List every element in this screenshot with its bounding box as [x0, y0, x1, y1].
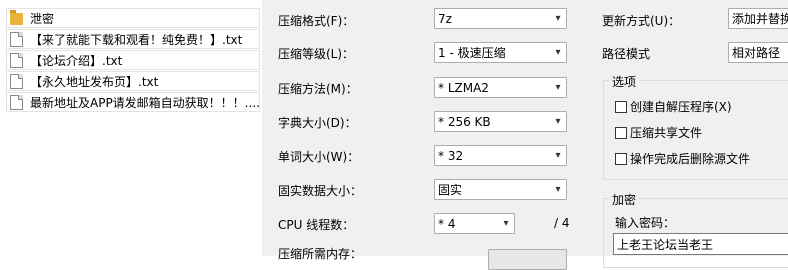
file-list-item[interactable]: 【论坛介绍】.txt [6, 50, 260, 70]
path-mode-select[interactable]: 相对路径 [728, 42, 788, 63]
solid-select[interactable]: 固实 ▾ [434, 179, 567, 200]
format-label: 压缩格式(F)： [278, 14, 355, 28]
chevron-down-icon: ▾ [555, 82, 561, 93]
checkbox-box [615, 152, 627, 165]
path-mode-label: 路径模式 [602, 47, 651, 61]
checkbox-box [615, 126, 627, 139]
options-group-title: 选项 [609, 73, 640, 90]
level-select[interactable]: 1 - 极速压缩 ▾ [434, 42, 567, 63]
encryption-group-title: 加密 [609, 191, 640, 208]
file-list-item[interactable]: 【来了就能下载和观看！纯免费！】.txt [6, 29, 260, 49]
path-mode-value: 相对路径 [732, 46, 781, 60]
dictionary-select[interactable]: * 256 KB ▾ [434, 111, 567, 132]
threads-select[interactable]: * 4 ▾ [434, 213, 515, 234]
sfx-checkbox-label: 创建自解压程序(X) [630, 100, 732, 114]
file-name: 最新地址及APP请发邮箱自动获取！！！.... [30, 95, 260, 110]
update-mode-label: 更新方式(U)： [602, 14, 681, 28]
file-list-item[interactable]: 【永久地址发布页】.txt [6, 71, 260, 91]
text-file-icon [10, 31, 23, 47]
file-name: 【论坛介绍】.txt [30, 53, 123, 68]
solid-label: 固实数据大小： [278, 184, 363, 198]
password-input[interactable]: 上老王论坛当老王 [613, 233, 788, 255]
update-mode-value: 添加并替换 [732, 12, 788, 26]
text-file-icon [10, 94, 23, 110]
word-size-select[interactable]: * 32 ▾ [434, 145, 567, 166]
solid-value: 固实 [438, 183, 463, 197]
memory-value-field [488, 249, 567, 270]
shared-files-checkbox-label: 压缩共享文件 [630, 126, 703, 140]
file-list-item[interactable]: 泄密 [6, 8, 260, 28]
method-value: * LZMA2 [438, 80, 489, 95]
word-size-value: * 32 [438, 148, 464, 163]
chevron-down-icon: ▾ [555, 47, 561, 58]
folder-icon [10, 9, 23, 25]
text-file-icon [10, 52, 23, 68]
threads-label: CPU 线程数： [278, 218, 355, 232]
word-size-label: 单词大小(W)： [278, 150, 360, 164]
dictionary-value: * 256 KB [438, 114, 491, 129]
chevron-down-icon: ▾ [503, 218, 509, 229]
password-label: 输入密码： [615, 216, 676, 230]
text-file-icon [10, 73, 23, 89]
threads-max: / 4 [554, 216, 570, 230]
update-mode-select[interactable]: 添加并替换 [728, 8, 788, 29]
file-list-item[interactable]: 最新地址及APP请发邮箱自动获取！！！.... [6, 92, 260, 112]
file-name: 泄密 [30, 11, 55, 26]
method-select[interactable]: * LZMA2 ▾ [434, 77, 567, 98]
chevron-down-icon: ▾ [555, 13, 561, 24]
format-value: 7z [438, 11, 452, 26]
chevron-down-icon: ▾ [555, 150, 561, 161]
compression-settings-panel: 压缩格式(F)： 7z ▾ 压缩等级(L)： 1 - 极速压缩 ▾ 压缩方法(M… [262, 0, 788, 270]
checkbox-box [615, 100, 627, 113]
format-select[interactable]: 7z ▾ [434, 8, 567, 29]
level-label: 压缩等级(L)： [278, 47, 355, 61]
memory-label: 压缩所需内存： [278, 247, 363, 261]
threads-value: * 4 [438, 216, 456, 231]
password-input-value: 上老王论坛当老王 [617, 237, 714, 252]
delete-after-checkbox[interactable]: 操作完成后删除源文件 [615, 150, 750, 167]
file-name: 【来了就能下载和观看！纯免费！】.txt [30, 32, 243, 47]
shared-files-checkbox[interactable]: 压缩共享文件 [615, 124, 702, 141]
delete-after-checkbox-label: 操作完成后删除源文件 [630, 152, 751, 166]
file-name: 【永久地址发布页】.txt [30, 74, 159, 89]
sfx-checkbox[interactable]: 创建自解压程序(X) [615, 98, 732, 115]
chevron-down-icon: ▾ [555, 184, 561, 195]
file-list: 泄密 【来了就能下载和观看！纯免费！】.txt 【论坛介绍】.txt 【永久地址… [0, 0, 262, 256]
dictionary-label: 字典大小(D)： [278, 116, 357, 130]
level-value: 1 - 极速压缩 [438, 46, 506, 60]
method-label: 压缩方法(M)： [278, 82, 358, 96]
chevron-down-icon: ▾ [555, 116, 561, 127]
